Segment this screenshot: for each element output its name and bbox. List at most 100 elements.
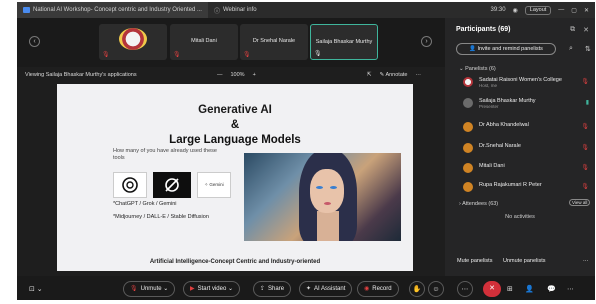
invite-label: Invite and remind panelists bbox=[477, 46, 543, 52]
muted-mic-icon[interactable]: 🎙 bbox=[581, 78, 589, 85]
layout-button[interactable]: Layout bbox=[524, 5, 552, 15]
info-icon: ⓘ bbox=[213, 8, 220, 15]
search-icon[interactable]: ⌕ bbox=[569, 45, 573, 53]
thumbnail-name: Sailaja Bhaskar Murthy bbox=[315, 39, 373, 45]
participant-row[interactable]: Dr.Snehal Narale 🎙 bbox=[463, 142, 589, 156]
app-icon bbox=[23, 7, 30, 13]
thumbnail-name: Mitali Dani bbox=[191, 38, 217, 44]
apps-icon[interactable]: ⊞ bbox=[507, 285, 513, 293]
ai-assistant-label: AI Assistant bbox=[314, 286, 346, 292]
webinar-info-label: Webinar info bbox=[223, 7, 257, 13]
zoom-in-icon[interactable]: + bbox=[253, 72, 256, 78]
ai-icon: ✦ bbox=[306, 286, 312, 292]
muted-mic-icon[interactable]: 🎙 bbox=[581, 123, 589, 130]
video-thumbnails: ‹ 🎙 Mitali Dani 🎙 Dr Snehal Narale 🎙 Sai… bbox=[17, 18, 445, 67]
avatar bbox=[463, 122, 473, 132]
viewing-label: Viewing Sailaja Bhaskar Murthy's applica… bbox=[25, 72, 137, 78]
ai-portrait-image bbox=[244, 153, 401, 241]
close-panel-icon[interactable]: ✕ bbox=[583, 26, 589, 34]
panelists-header-label: Panelists (6) bbox=[465, 66, 496, 72]
minimize-icon[interactable]: — bbox=[558, 7, 564, 13]
attendees-section-header[interactable]: › Attendees (63) bbox=[459, 201, 498, 207]
participant-name: Dr.Snehal Narale bbox=[479, 143, 521, 149]
grok-logo bbox=[153, 172, 191, 198]
record-icon: ◉ bbox=[364, 286, 370, 292]
recording-icon: ◉ bbox=[512, 7, 518, 14]
captions-icon[interactable]: ⊡ ⌄ bbox=[29, 285, 43, 293]
record-button[interactable]: ◉ Record bbox=[357, 281, 399, 297]
slide-title-line3: Large Language Models bbox=[169, 134, 301, 146]
participants-title: Participants (69) bbox=[456, 26, 511, 33]
slide-line-2: *Midjourney / DALL-E / Stable Diffusion bbox=[113, 214, 209, 220]
reactions-icon[interactable]: ☺ bbox=[428, 281, 444, 297]
unmuted-mic-icon[interactable]: ▮ bbox=[586, 99, 589, 106]
thumbnail-snehal[interactable]: Dr Snehal Narale 🎙 bbox=[240, 24, 308, 60]
raise-hand-icon[interactable]: ✋ bbox=[409, 281, 425, 297]
participant-row[interactable]: Dr Abha Khandelwal 🎙 bbox=[463, 121, 589, 135]
slide-title-line2: & bbox=[230, 119, 240, 131]
panelists-section-header[interactable]: ⌄ Panelists (6) bbox=[459, 66, 496, 72]
participant-row[interactable]: Sadatai Raisoni Women's College Host, me… bbox=[463, 76, 589, 90]
maximize-icon[interactable]: ▢ bbox=[571, 7, 577, 14]
annotate-button[interactable]: ✎ Annotate bbox=[380, 72, 408, 78]
share-label: Share bbox=[268, 286, 285, 292]
prev-thumbnails-icon[interactable]: ‹ bbox=[29, 36, 40, 47]
slide-question: How many of you have already used these … bbox=[113, 148, 217, 161]
chat-icon[interactable]: 💬 bbox=[547, 285, 556, 293]
start-video-button[interactable]: ▶ Start video ⌄ bbox=[183, 281, 241, 297]
share-button[interactable]: ⇪ Share bbox=[253, 281, 292, 297]
participant-row[interactable]: Mitali Dani 🎙 bbox=[463, 162, 589, 176]
unmute-label: Unmute bbox=[140, 286, 162, 292]
close-icon[interactable]: ✕ bbox=[584, 7, 589, 14]
video-off-icon: ▶ bbox=[190, 286, 195, 292]
unmuted-mic-icon: 🎙 bbox=[314, 51, 322, 57]
avatar bbox=[463, 182, 473, 192]
mute-panelists-button[interactable]: Mute panelists bbox=[457, 258, 492, 264]
zoom-level: 100% bbox=[230, 72, 245, 78]
muted-mic-icon[interactable]: 🎙 bbox=[581, 183, 589, 190]
thumbnail-sailaja[interactable]: Sailaja Bhaskar Murthy 🎙 bbox=[310, 24, 378, 60]
muted-mic-icon: 🎙 bbox=[102, 52, 110, 58]
layout-label: Layout bbox=[529, 6, 547, 13]
sort-icon[interactable]: ⇅ bbox=[585, 45, 591, 53]
start-video-label: Start video bbox=[197, 286, 227, 292]
participant-name: Dr Abha Khandelwal bbox=[479, 122, 529, 128]
invite-panelists-button[interactable]: 👤 Invite and remind panelists bbox=[456, 43, 556, 55]
popout-icon[interactable]: ⇱ bbox=[367, 72, 372, 78]
zoom-out-icon[interactable]: — bbox=[217, 72, 223, 78]
meeting-tab[interactable]: National AI Workshop- Concept centric an… bbox=[17, 2, 208, 18]
participant-row[interactable]: Sailaja Bhaskar Murthy Presenter ▮ bbox=[463, 97, 589, 111]
meeting-toolbar: ⊡ ⌄ 🎙 Unmute ⌄ ▶ Start video ⌄ ⇪ Share ✦ AI … bbox=[17, 276, 595, 300]
thumbnail-mitali[interactable]: Mitali Dani 🎙 bbox=[170, 24, 238, 60]
thumbnail-host[interactable]: 🎙 bbox=[99, 24, 167, 60]
participant-row[interactable]: Rupa Rajakumari R Peter 🎙 bbox=[463, 181, 589, 195]
record-label: Record bbox=[372, 286, 392, 292]
next-thumbnails-icon[interactable]: › bbox=[421, 36, 432, 47]
meeting-timer: 39:30 bbox=[490, 7, 506, 13]
unmute-panelists-button[interactable]: Unmute panelists bbox=[503, 258, 546, 264]
slide-title-line1: Generative AI bbox=[198, 104, 272, 116]
gemini-logo: ✧ Gemini bbox=[197, 172, 231, 198]
more-options-icon[interactable]: ⋯ bbox=[457, 281, 473, 297]
title-bar: National AI Workshop- Concept centric an… bbox=[17, 2, 595, 18]
college-logo bbox=[119, 28, 147, 50]
ai-assistant-button[interactable]: ✦ AI Assistant bbox=[299, 281, 353, 297]
muted-mic-icon: 🎙 bbox=[243, 52, 251, 58]
end-call-button[interactable]: ✕ bbox=[483, 281, 501, 297]
webinar-info-tab[interactable]: ⓘ Webinar info bbox=[208, 2, 263, 18]
more-icon[interactable]: ⋯ bbox=[567, 285, 574, 293]
view-all-button[interactable]: View all bbox=[569, 199, 591, 206]
more-icon[interactable]: ⋯ bbox=[583, 258, 589, 264]
unmute-button[interactable]: 🎙 Unmute ⌄ bbox=[123, 281, 176, 297]
muted-mic-icon[interactable]: 🎙 bbox=[581, 144, 589, 151]
popout-icon[interactable]: ⧉ bbox=[570, 26, 575, 34]
participants-icon[interactable]: 👤 bbox=[525, 285, 534, 293]
annotate-label: Annotate bbox=[385, 72, 408, 78]
more-icon[interactable]: ⋯ bbox=[415, 72, 421, 78]
muted-mic-icon[interactable]: 🎙 bbox=[581, 164, 589, 171]
meeting-tab-label: National AI Workshop- Concept centric an… bbox=[33, 7, 202, 13]
participant-name: Mitali Dani bbox=[479, 163, 505, 169]
chatgpt-logo bbox=[113, 172, 147, 198]
slide-footer: Artificial Intelligence-Concept Centric … bbox=[149, 259, 321, 265]
muted-mic-icon: 🎙 bbox=[173, 52, 181, 58]
